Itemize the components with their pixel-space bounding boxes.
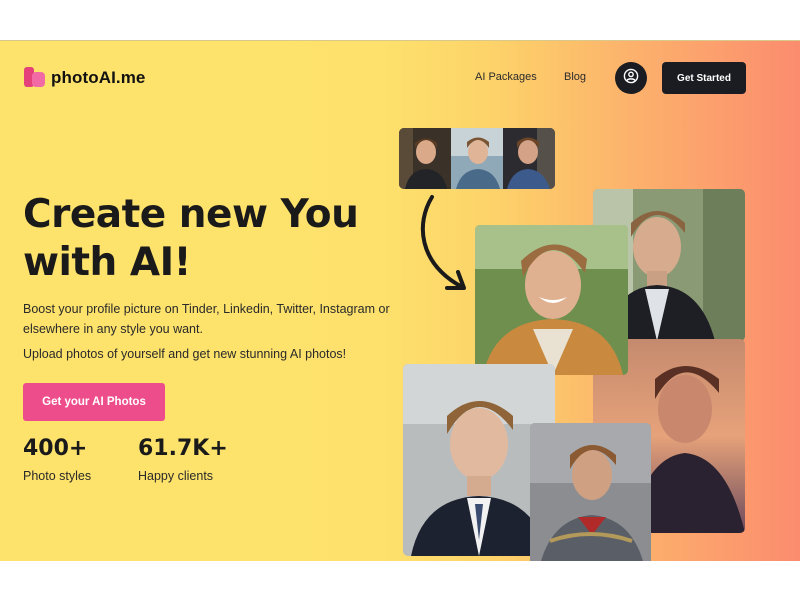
stat-value: 400+: [23, 436, 88, 461]
input-photo-thumbnail: [503, 128, 555, 189]
stat-value: 61.7K+: [138, 436, 228, 461]
hero-headline: Create new You with AI!: [23, 191, 403, 287]
input-photo-thumbnail: [399, 128, 451, 189]
input-photo-thumbnail: [451, 128, 503, 189]
hero-section: photoAI.me AI Packages Blog Get Started …: [0, 40, 800, 561]
input-photos-strip: [399, 128, 555, 189]
logo-text: photoAI.me: [51, 68, 146, 87]
stat-photo-styles: 400+ Photo styles: [23, 435, 91, 485]
account-button[interactable]: [615, 62, 647, 94]
get-ai-photos-button[interactable]: Get your AI Photos: [23, 383, 165, 421]
hero-description-1: Boost your profile picture on Tinder, Li…: [23, 302, 390, 336]
hero-description-2: Upload photos of yourself and get new st…: [23, 347, 347, 361]
logo-mark-icon: [24, 67, 48, 89]
generated-photo-armor: [530, 423, 651, 561]
nav-link-ai-packages[interactable]: AI Packages: [475, 71, 537, 83]
page-frame: photoAI.me AI Packages Blog Get Started …: [0, 0, 800, 600]
headline-line-2: with AI!: [23, 240, 191, 285]
stat-label: Photo styles: [23, 469, 92, 483]
user-circle-icon: [623, 68, 639, 89]
get-started-button[interactable]: Get Started: [662, 62, 746, 94]
curved-arrow-down-right-icon: [414, 193, 474, 300]
stat-happy-clients: 61.7K+ Happy clients: [138, 435, 228, 485]
stat-label: Happy clients: [138, 469, 214, 483]
logo[interactable]: photoAI.me: [24, 65, 146, 91]
headline-line-1: Create new You: [23, 192, 359, 237]
generated-photo-smiling-fur-coat: [475, 225, 628, 375]
nav-link-blog[interactable]: Blog: [564, 71, 586, 83]
